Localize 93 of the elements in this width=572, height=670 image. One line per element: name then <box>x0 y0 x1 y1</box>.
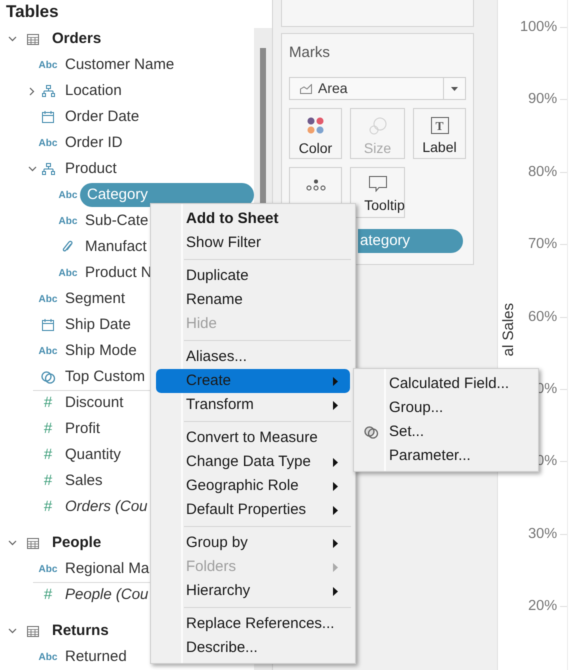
field-item[interactable]: Orders (Cou <box>65 496 148 518</box>
submenu-arrow-icon <box>333 376 338 386</box>
string-type-icon: Abc <box>38 136 58 150</box>
menu-item[interactable]: Change Data Type <box>151 450 350 474</box>
field-item[interactable]: Sub-Cate <box>85 210 148 232</box>
menu-item[interactable]: Hierarchy <box>151 579 350 603</box>
collapse-chevron-icon[interactable] <box>8 626 17 636</box>
axis-label: 100% <box>520 18 558 37</box>
table-name[interactable]: Orders <box>52 28 102 50</box>
table-icon <box>27 626 39 636</box>
size-circles-icon <box>368 117 386 135</box>
number-type-icon: # <box>38 418 58 440</box>
menu-item[interactable]: Create <box>156 369 350 393</box>
field-item[interactable]: Top Custom <box>65 366 146 388</box>
number-type-icon: # <box>38 444 58 466</box>
string-type-icon: Abc <box>58 188 78 202</box>
marks-tooltip-button[interactable]: Tooltip <box>350 167 405 218</box>
field-item[interactable]: Regional Ma <box>65 558 150 580</box>
menu-item[interactable]: Default Properties <box>151 498 350 522</box>
field-item[interactable]: Ship Mode <box>65 340 137 362</box>
axis-label: 30% <box>527 524 558 544</box>
collapse-chevron-icon[interactable] <box>8 34 17 44</box>
string-type-icon: Abc <box>58 266 78 280</box>
number-type-icon: # <box>38 470 58 492</box>
field-item[interactable]: Order ID <box>65 132 123 154</box>
string-type-icon: Abc <box>58 214 78 228</box>
axis-label: 20% <box>527 597 558 616</box>
menu-item[interactable]: Convert to Measure <box>151 426 350 450</box>
marks-label-button[interactable]: T Label <box>413 108 466 159</box>
submenu-arrow-icon <box>333 562 338 572</box>
field-item[interactable]: Location <box>65 80 122 102</box>
number-type-icon: # <box>38 392 58 415</box>
detail-dots-icon <box>306 179 326 191</box>
string-type-icon: Abc <box>38 292 58 306</box>
number-type-icon: # <box>38 496 58 518</box>
menu-item[interactable]: Duplicate <box>151 264 350 288</box>
field-item[interactable]: Order Date <box>65 106 140 128</box>
submenu-arrow-icon <box>333 400 338 410</box>
string-type-icon: Abc <box>38 344 58 358</box>
field-item[interactable]: Ship Date <box>65 314 131 336</box>
field-item[interactable]: People (Cou <box>65 584 148 607</box>
table-name[interactable]: People <box>52 532 102 554</box>
mark-type-dropdown[interactable]: Area <box>289 77 466 100</box>
collapse-chevron-icon[interactable] <box>28 164 36 174</box>
menu-item[interactable]: Calculated Field... <box>354 372 538 396</box>
field-item[interactable]: Customer Name <box>65 54 174 76</box>
menu-item[interactable]: Add to Sheet <box>151 207 350 231</box>
axis-label: 90% <box>527 90 558 110</box>
field-item[interactable]: Manufact <box>85 236 147 258</box>
submenu-arrow-icon <box>333 458 338 466</box>
menu-item[interactable]: Describe... <box>151 636 350 660</box>
axis-label: 60% <box>527 308 558 327</box>
field-item[interactable]: Product <box>65 158 117 180</box>
field-item[interactable]: Quantity <box>65 444 121 466</box>
collapse-chevron-icon[interactable] <box>8 538 17 548</box>
string-type-icon: Abc <box>38 650 58 664</box>
menu-item[interactable]: Rename <box>151 288 350 312</box>
number-type-icon: # <box>38 584 58 607</box>
color-dots-icon <box>306 117 324 135</box>
menu-item[interactable]: Aliases... <box>151 345 350 369</box>
area-chart-icon <box>300 84 312 94</box>
submenu-arrow-icon <box>333 538 338 548</box>
axis-title: al Sales <box>498 303 518 357</box>
submenu-arrow-icon <box>333 586 338 596</box>
menu-item[interactable]: Group by <box>151 531 350 555</box>
field-item[interactable]: Sales <box>65 470 103 492</box>
menu-item[interactable]: Parameter... <box>354 444 538 468</box>
table-icon <box>27 538 39 548</box>
text-label-icon: T <box>430 117 448 134</box>
field-item[interactable]: Profit <box>65 418 100 440</box>
expand-chevron-icon[interactable] <box>28 86 36 96</box>
menu-item[interactable]: Replace References... <box>151 612 350 636</box>
marks-title: Marks <box>289 43 331 62</box>
submenu-arrow-icon <box>333 482 338 490</box>
menu-item[interactable]: Group... <box>354 396 538 420</box>
pane-title: Tables <box>5 1 60 23</box>
axis-label: 70% <box>527 235 558 254</box>
field-item[interactable]: Segment <box>65 288 126 310</box>
submenu-arrow-icon <box>333 506 338 514</box>
table-icon <box>27 34 39 44</box>
field-item[interactable]: Discount <box>65 392 124 415</box>
set-icon <box>364 426 379 438</box>
marks-color-button[interactable]: Color <box>289 108 342 159</box>
speech-bubble-icon <box>368 176 386 192</box>
menu-item[interactable]: Geographic Role <box>151 474 350 498</box>
string-type-icon: Abc <box>38 58 58 72</box>
table-name[interactable]: Returns <box>52 620 109 642</box>
string-type-icon: Abc <box>38 562 58 576</box>
axis-label: 80% <box>527 162 558 182</box>
menu-item[interactable]: Set... <box>354 420 538 444</box>
menu-item[interactable]: Transform <box>151 393 350 417</box>
menu-item[interactable]: Show Filter <box>151 231 350 255</box>
field-item[interactable]: Returned <box>65 646 127 668</box>
